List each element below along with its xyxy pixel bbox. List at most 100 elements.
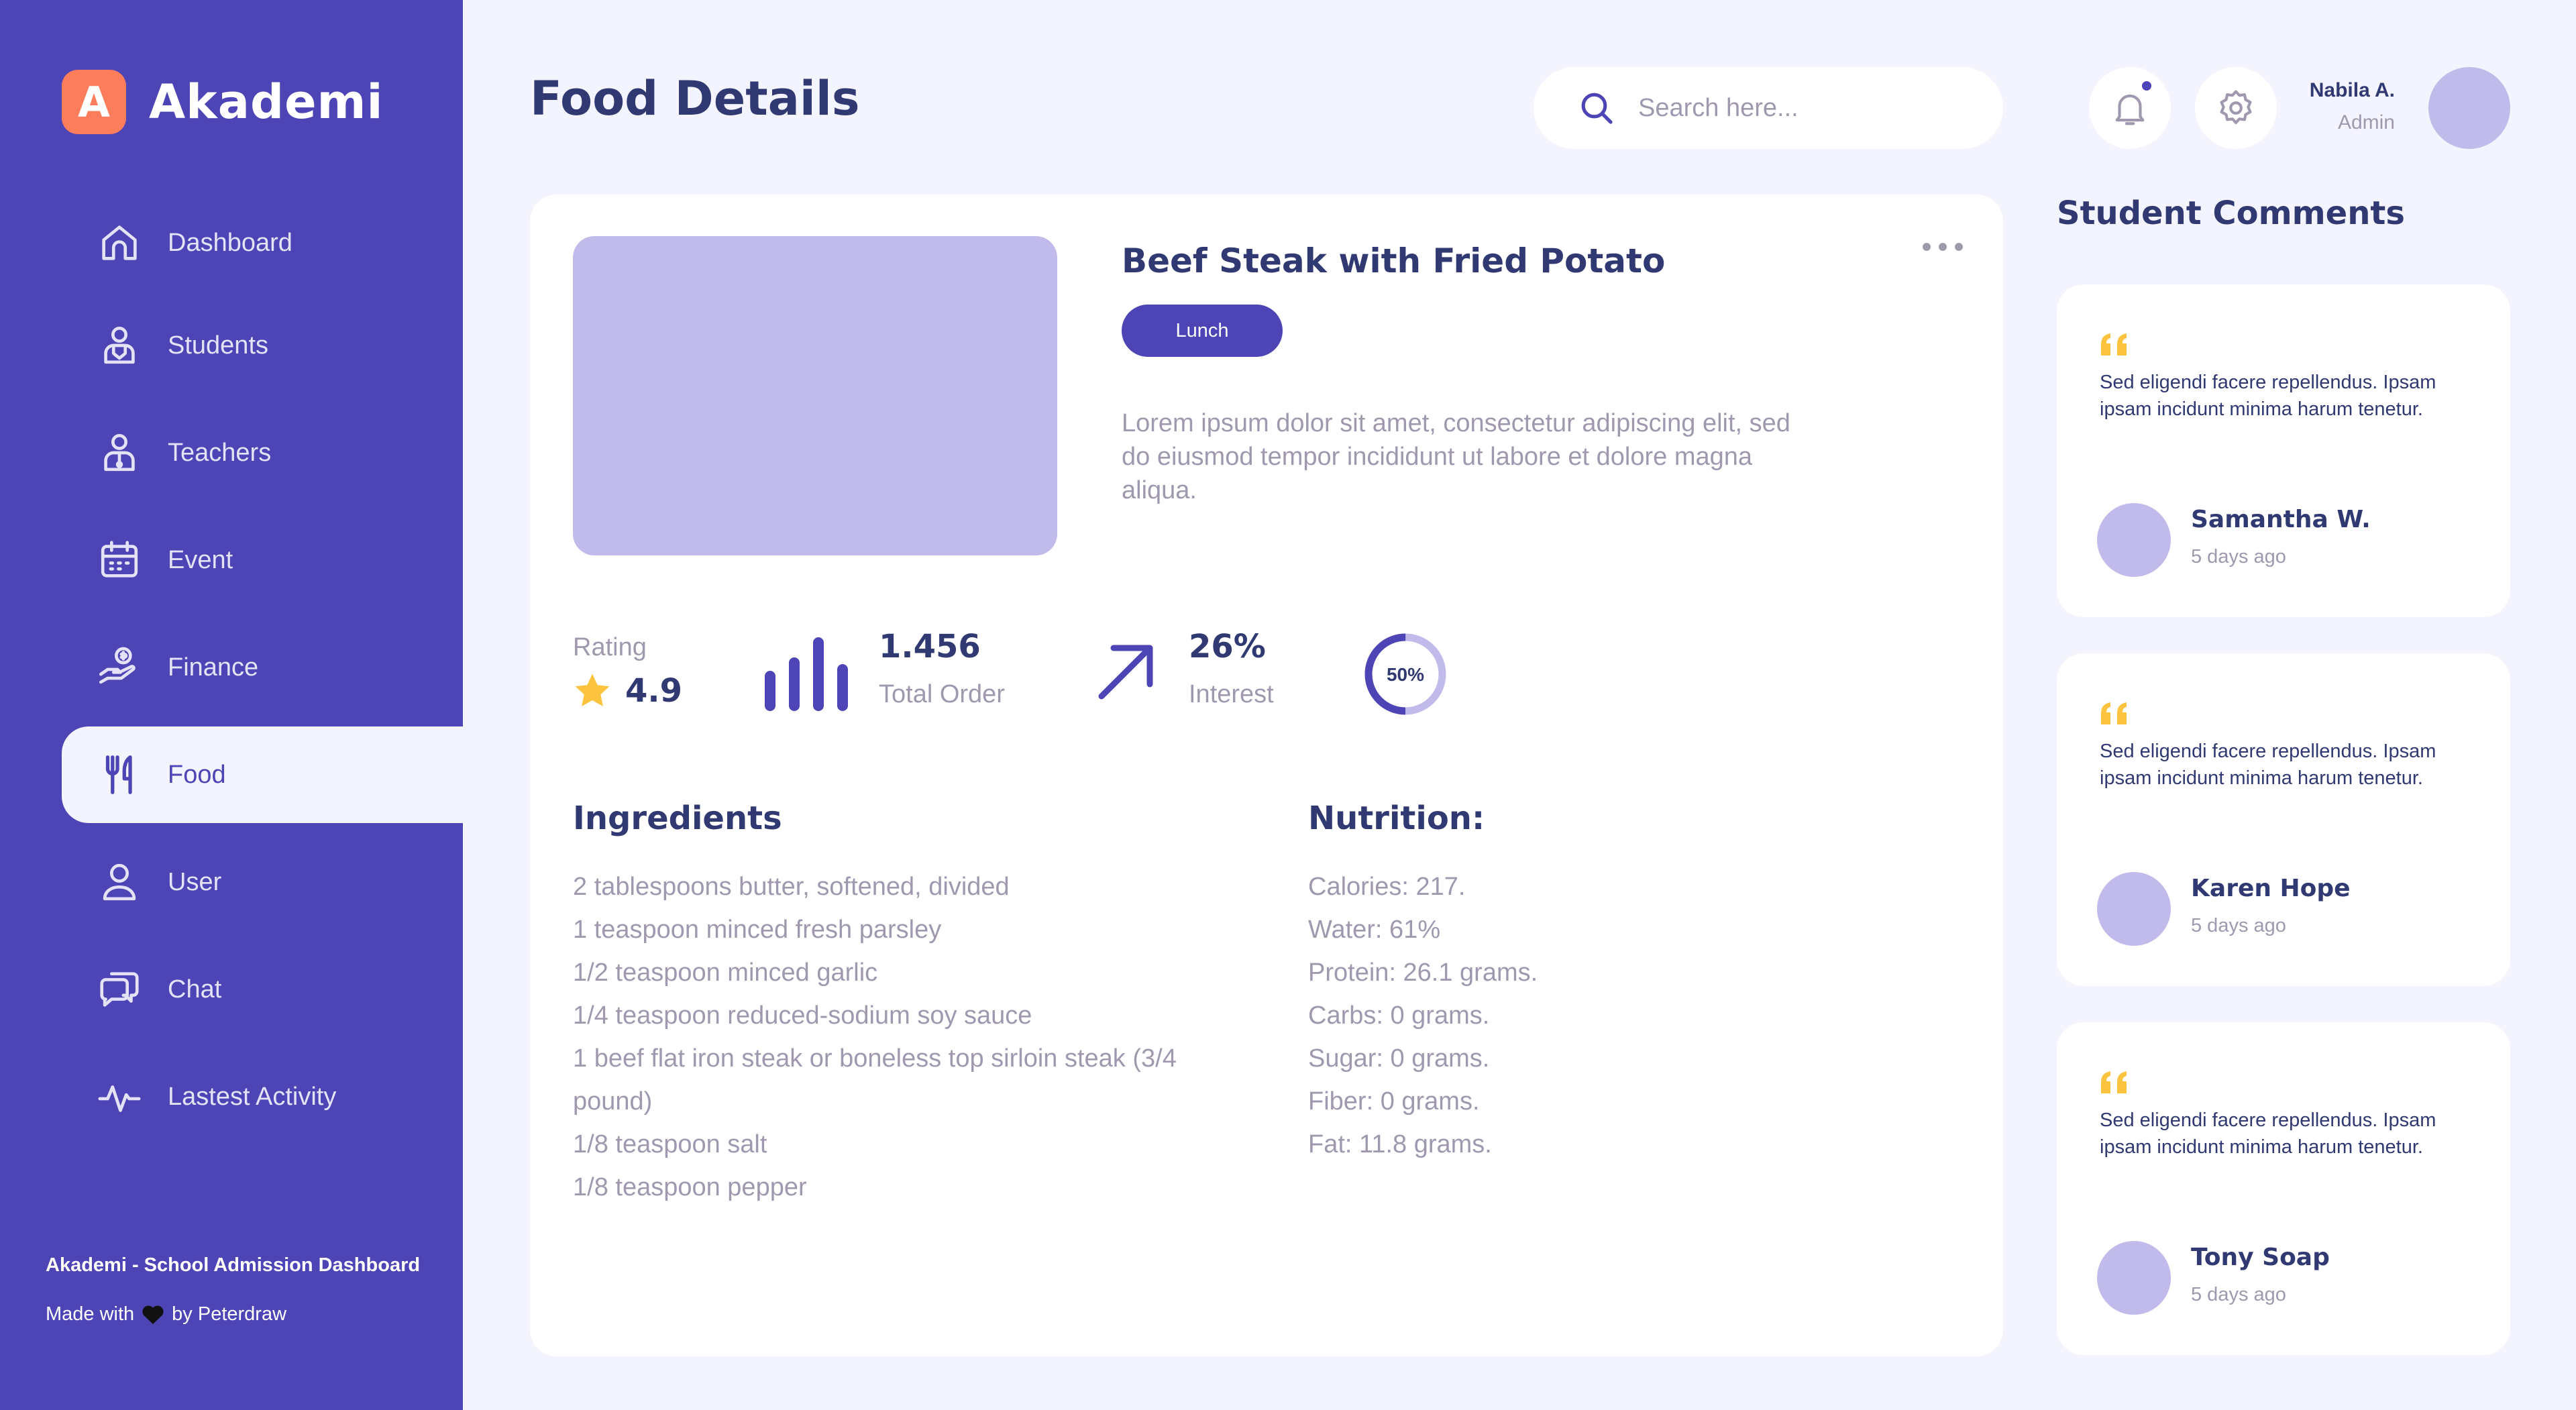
quote-icon — [2101, 333, 2127, 356]
activity-icon — [93, 1070, 146, 1124]
footer-made-prefix: Made with — [46, 1303, 135, 1325]
user-role: Admin — [2337, 111, 2395, 133]
sidebar-item-user[interactable]: User — [62, 834, 463, 930]
avatar — [2097, 872, 2171, 946]
food-name: Beef Steak with Fried Potato — [1122, 241, 1666, 280]
list-item: 1/4 teaspoon reduced-sodium soy sauce — [573, 1001, 1032, 1030]
gear-icon — [2220, 90, 2252, 125]
comment-time: 5 days ago — [2191, 915, 2286, 936]
comment-card: Sed eligendi facere repellendus. Ipsam i… — [2057, 284, 2510, 617]
ingredients-title: Ingredients — [573, 800, 782, 837]
sidebar-item-label: Lastest Activity — [168, 1082, 337, 1111]
rating-label: Rating — [573, 633, 647, 661]
footer-made-suffix: by Peterdraw — [172, 1303, 287, 1325]
comment-time: 5 days ago — [2191, 546, 2286, 567]
sidebar-item-teachers[interactable]: Teachers — [62, 404, 463, 501]
sidebar-item-students[interactable]: Students — [62, 297, 463, 394]
student-icon — [93, 319, 146, 372]
settings-button[interactable] — [2195, 67, 2277, 149]
sidebar-item-label: Dashboard — [168, 228, 292, 257]
search-bar[interactable] — [1534, 67, 2003, 149]
sidebar-item-label: Event — [168, 545, 233, 574]
food-details-card: Beef Steak with Fried Potato Lunch Lorem… — [530, 195, 2003, 1356]
list-item: 1/8 teaspoon salt — [573, 1130, 767, 1158]
comment-card: Sed eligendi facere repellendus. Ipsam i… — [2057, 653, 2510, 986]
nutrition-title: Nutrition: — [1308, 800, 1485, 837]
list-item: 1/8 teaspoon pepper — [573, 1173, 807, 1201]
list-item: Protein: 26.1 grams. — [1308, 959, 1538, 987]
progress-text: 50% — [1387, 664, 1424, 685]
calendar-icon — [93, 533, 146, 587]
list-item: 1 teaspoon minced fresh parsley — [573, 916, 942, 944]
nutrition-list: Calories: 217. Water: 61% Protein: 26.1 … — [1308, 865, 1845, 1166]
more-options-icon[interactable] — [1923, 239, 1963, 255]
comment-text: Sed eligendi facere repellendus. Ipsam i… — [2100, 741, 2436, 789]
list-item: Calories: 217. — [1308, 873, 1466, 901]
logo-badge: A — [62, 70, 126, 134]
total-order-label: Total Order — [879, 680, 1005, 708]
user-name: Nabila A. — [2309, 79, 2395, 101]
teacher-icon — [93, 426, 146, 480]
heart-icon — [142, 1305, 164, 1324]
sidebar-item-label: Finance — [168, 653, 259, 682]
list-item: 2 tablespoons butter, softened, divided — [573, 873, 1010, 901]
list-item: Sugar: 0 grams. — [1308, 1044, 1490, 1073]
food-description: Lorem ipsum dolor sit amet, consectetur … — [1122, 409, 1790, 504]
list-item: Water: 61% — [1308, 916, 1441, 944]
sidebar: A Akademi Dashboard Students Teachers Ev… — [0, 0, 463, 1410]
list-item: Fiber: 0 grams. — [1308, 1087, 1480, 1116]
food-category-tag[interactable]: Lunch — [1122, 305, 1283, 357]
chat-icon — [93, 963, 146, 1016]
interest-label: Interest — [1189, 680, 1274, 708]
comment-time: 5 days ago — [2191, 1284, 2286, 1305]
notification-dot — [2140, 79, 2153, 93]
footer-title: Akademi - School Admission Dashboard — [46, 1254, 421, 1276]
quote-icon — [2101, 702, 2127, 724]
notification-button[interactable] — [2089, 67, 2171, 149]
progress-ring: 50% — [1364, 633, 1446, 715]
sidebar-item-label: Chat — [168, 975, 222, 1004]
avatar[interactable] — [2428, 67, 2510, 149]
list-item: 1/2 teaspoon minced garlic — [573, 959, 878, 987]
avatar — [2097, 1241, 2171, 1315]
comment-text: Sed eligendi facere repellendus. Ipsam i… — [2100, 1109, 2436, 1158]
rating-value: 4.9 — [625, 672, 683, 710]
bell-icon — [2115, 94, 2145, 125]
sidebar-item-event[interactable]: Event — [62, 512, 463, 608]
sidebar-item-food[interactable]: Food — [62, 726, 463, 823]
logo[interactable]: A Akademi — [62, 70, 383, 134]
comment-card: Sed eligendi facere repellendus. Ipsam i… — [2057, 1022, 2510, 1355]
finance-icon — [93, 641, 146, 694]
user-icon — [93, 855, 146, 909]
sidebar-item-dashboard[interactable]: Dashboard — [62, 195, 463, 291]
sidebar-item-latest-activity[interactable]: Lastest Activity — [62, 1048, 463, 1145]
sidebar-item-chat[interactable]: Chat — [62, 941, 463, 1038]
star-icon — [575, 673, 610, 706]
sidebar-item-label: Food — [168, 760, 226, 789]
bar-chart-icon — [765, 637, 848, 711]
food-icon — [93, 748, 146, 802]
interest-value: 26% — [1189, 628, 1266, 665]
footer-credit: Made with by Peterdraw — [46, 1303, 286, 1325]
comment-author: Karen Hope — [2191, 875, 2351, 902]
food-image — [573, 236, 1057, 555]
search-input[interactable] — [1638, 93, 1960, 123]
brand-name: Akademi — [149, 74, 384, 129]
comment-text: Sed eligendi facere repellendus. Ipsam i… — [2100, 372, 2436, 420]
quote-icon — [2101, 1071, 2127, 1093]
home-icon — [93, 216, 146, 270]
page-title: Food Details — [530, 71, 860, 126]
sidebar-item-label: User — [168, 867, 222, 896]
rating-row: 4.9 — [573, 672, 682, 710]
list-item: 1 beef flat iron steak or boneless top s… — [573, 1044, 1177, 1116]
sidebar-item-label: Teachers — [168, 438, 272, 467]
comment-author: Tony Soap — [2191, 1244, 2330, 1271]
trend-up-arrow-icon — [1098, 645, 1153, 700]
sidebar-item-label: Students — [168, 331, 268, 360]
list-item: Carbs: 0 grams. — [1308, 1001, 1490, 1030]
search-icon[interactable] — [1578, 89, 1615, 127]
list-item: Fat: 11.8 grams. — [1308, 1130, 1492, 1158]
ingredients-list: 2 tablespoons butter, softened, divided … — [573, 865, 1230, 1209]
sidebar-item-finance[interactable]: Finance — [62, 619, 463, 716]
avatar — [2097, 503, 2171, 577]
